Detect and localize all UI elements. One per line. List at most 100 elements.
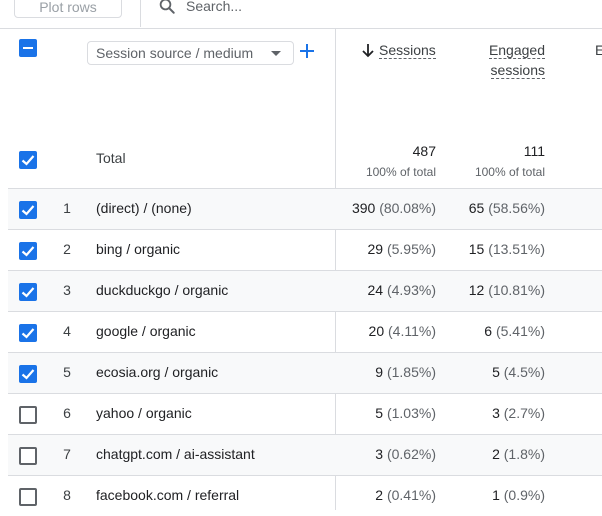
sort-descending-arrow-icon[interactable] <box>361 42 375 58</box>
column-header-next-label: E <box>595 42 602 58</box>
row-sessions-value: 3 <box>375 446 384 462</box>
row-dimension-value: yahoo / organic <box>96 405 192 421</box>
row-engaged-cell: 5 (4.5%) <box>492 364 545 380</box>
row-sessions-cell: 29 (5.95%) <box>368 241 437 257</box>
row-checkbox[interactable] <box>19 406 37 424</box>
checkmark-icon <box>21 328 35 339</box>
row-index: 2 <box>63 241 71 257</box>
row-engaged-cell: 12 (10.81%) <box>469 282 545 298</box>
row-engaged-percent: (5.41%) <box>495 323 545 339</box>
table-row[interactable]: 5 ecosia.org / organic 9 (1.85%) 5 (4.5%) <box>8 352 602 393</box>
row-checkbox[interactable] <box>19 447 37 465</box>
minus-icon <box>23 47 33 49</box>
checkmark-icon <box>21 155 35 166</box>
row-dimension-value: bing / organic <box>96 241 181 257</box>
row-engaged-value: 65 <box>468 200 485 216</box>
row-sessions-percent: (1.03%) <box>386 405 436 421</box>
column-header-engaged-line2: sessions <box>490 62 545 79</box>
totals-label: Total <box>96 150 126 166</box>
search-input[interactable] <box>186 0 566 16</box>
row-engaged-cell: 2 (1.8%) <box>492 446 545 462</box>
row-sessions-percent: (0.41%) <box>386 487 436 503</box>
column-header-engaged-sessions[interactable]: Engaged sessions <box>470 40 545 80</box>
table-toolbar: Plot rows <box>0 0 602 29</box>
row-sessions-percent: (0.62%) <box>386 446 436 462</box>
row-engaged-value: 2 <box>492 446 500 462</box>
table-row[interactable]: 1 (direct) / (none) 390 (80.08%) 65 (58.56%… <box>8 188 602 229</box>
dimension-dropdown[interactable]: Session source / medium <box>87 41 294 65</box>
row-index: 8 <box>63 487 71 503</box>
checkmark-icon <box>21 287 35 298</box>
row-sessions-cell: 24 (4.93%) <box>368 282 437 298</box>
row-sessions-percent: (80.08%) <box>379 200 436 216</box>
add-dimension-plus-icon[interactable] <box>299 43 315 59</box>
toolbar-divider <box>140 0 141 27</box>
table-row[interactable]: 2 bing / organic 29 (5.95%) 15 (13.51%) <box>8 229 602 270</box>
table-row[interactable]: 4 google / organic 20 (4.11%) 6 (5.41%) <box>8 311 602 352</box>
checkmark-icon <box>21 246 35 257</box>
row-engaged-value: 12 <box>468 282 485 298</box>
row-sessions-percent: (5.95%) <box>386 241 436 257</box>
select-totals-checkbox[interactable] <box>19 151 37 169</box>
row-checkbox[interactable] <box>19 365 37 383</box>
row-engaged-percent: (58.56%) <box>488 200 545 216</box>
row-sessions-value: 24 <box>367 282 384 298</box>
totals-engaged-percent: 100% of total <box>474 165 545 179</box>
totals-sessions-value: 487 <box>412 143 436 159</box>
select-all-checkbox[interactable] <box>19 39 37 57</box>
row-sessions-cell: 20 (4.11%) <box>369 323 436 339</box>
checkmark-icon <box>21 369 35 380</box>
plot-rows-button[interactable]: Plot rows <box>14 0 122 18</box>
totals-engaged-value: 111 <box>523 143 545 159</box>
row-engaged-cell: 6 (5.41%) <box>484 323 545 339</box>
row-sessions-cell: 390 (80.08%) <box>352 200 436 216</box>
row-index: 1 <box>63 200 71 216</box>
search-icon <box>159 0 175 14</box>
checkmark-icon <box>21 205 35 216</box>
row-sessions-value: 20 <box>368 323 385 339</box>
row-sessions-percent: (4.11%) <box>388 323 436 339</box>
row-engaged-percent: (1.8%) <box>503 446 545 462</box>
row-engaged-value: 15 <box>468 241 485 257</box>
row-sessions-value: 5 <box>375 405 384 421</box>
table-row[interactable]: 7 chatgpt.com / ai-assistant 3 (0.62%) 2 (1… <box>8 434 602 475</box>
row-engaged-value: 5 <box>492 364 500 380</box>
row-index: 5 <box>63 364 71 380</box>
row-engaged-value: 6 <box>484 323 493 339</box>
row-engaged-value: 1 <box>492 487 500 503</box>
row-engaged-percent: (10.81%) <box>488 282 545 298</box>
row-sessions-percent: (1.85%) <box>386 364 436 380</box>
column-header-sessions-label: Sessions <box>379 42 436 59</box>
row-engaged-cell: 1 (0.9%) <box>492 487 545 503</box>
row-checkbox[interactable] <box>19 488 37 506</box>
row-sessions-value: 2 <box>375 487 384 503</box>
row-dimension-value: facebook.com / referral <box>96 487 240 503</box>
row-sessions-cell: 3 (0.62%) <box>375 446 436 462</box>
row-checkbox[interactable] <box>19 201 37 219</box>
table-row[interactable]: 3 duckduckgo / organic 24 (4.93%) 12 (10.81… <box>8 270 602 311</box>
column-header-sessions[interactable]: Sessions <box>379 40 439 60</box>
row-index: 3 <box>63 282 71 298</box>
row-engaged-percent: (0.9%) <box>503 487 545 503</box>
row-checkbox[interactable] <box>19 283 37 301</box>
row-engaged-cell: 15 (13.51%) <box>469 241 545 257</box>
row-sessions-cell: 2 (0.41%) <box>375 487 436 503</box>
row-sessions-cell: 9 (1.85%) <box>375 364 436 380</box>
column-header-next-cutoff[interactable]: E <box>595 40 602 60</box>
row-engaged-percent: (2.7%) <box>503 405 545 421</box>
table-row[interactable]: 6 yahoo / organic 5 (1.03%) 3 (2.7%) <box>8 393 602 434</box>
row-dimension-value: google / organic <box>96 323 196 339</box>
row-dimension-value: ecosia.org / organic <box>96 364 219 380</box>
dimension-dropdown-label: Session source / medium <box>96 45 254 61</box>
row-checkbox[interactable] <box>19 324 37 342</box>
row-sessions-cell: 5 (1.03%) <box>375 405 436 421</box>
chevron-down-icon <box>271 51 281 56</box>
row-index: 7 <box>63 446 71 462</box>
row-sessions-percent: (4.93%) <box>386 282 436 298</box>
row-engaged-percent: (13.51%) <box>488 241 545 257</box>
row-engaged-percent: (4.5%) <box>503 364 545 380</box>
row-sessions-value: 29 <box>367 241 384 257</box>
row-checkbox[interactable] <box>19 242 37 260</box>
row-sessions-value: 9 <box>375 364 384 380</box>
row-dimension-value: duckduckgo / organic <box>96 282 229 298</box>
